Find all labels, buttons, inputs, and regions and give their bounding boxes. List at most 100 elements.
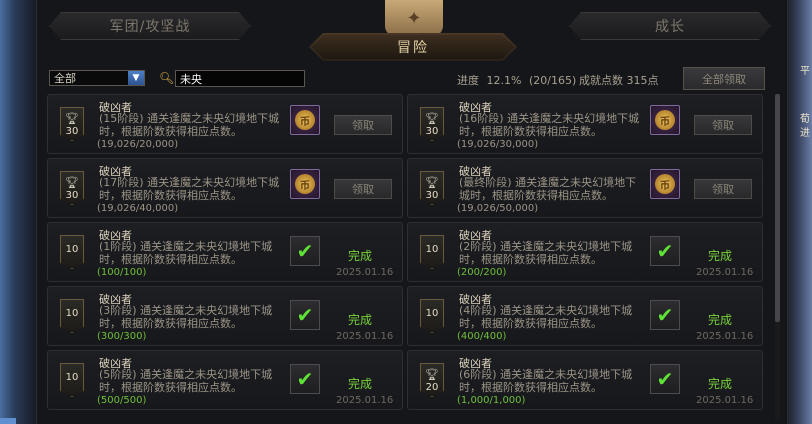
badge-icon: 10 [420,299,444,333]
badge-points: 30 [65,126,79,137]
badge-icon: 10 [60,299,84,333]
badge-icon: 🏆︎ 30 [60,107,84,141]
complete-label: 完成 [708,313,733,327]
progress-label: 进度 [457,74,479,87]
points-label: 成就点数 [579,74,623,87]
complete-date: 2025.01.16 [336,395,394,406]
check-icon: ✔ [650,236,680,266]
complete-label: 完成 [348,313,373,327]
achievement-desc: (17阶段) 通关逢魔之未央幻境地下城时，根据阶数获得相应点数。 [99,176,280,202]
achievement-progress: (400/400) [457,331,507,342]
badge-icon: 10 [420,235,444,269]
trophy-icon: 🏆︎ [425,368,439,381]
achievement-card: 🏆︎ 20 破凶者 (6阶段) 通关逢魔之未央幻境地下城时，根据阶数获得相应点数。 (1… [407,350,763,410]
complete-date: 2025.01.16 [696,267,754,278]
points-readout: 成就点数 315点 [579,72,659,88]
progress-readout: 进度 12.1% (20/165) [457,72,580,88]
achievement-card: 10 破凶者 (1阶段) 通关逢魔之未央幻境地下城时，根据阶数获得相应点数。 (100… [47,222,403,282]
achievement-card: 🏆︎ 30 破凶者 (17阶段) 通关逢魔之未央幻境地下城时，根据阶数获得相应点数。(… [47,158,403,218]
complete-date: 2025.01.16 [696,331,754,342]
achievement-progress: (200/200) [457,267,507,278]
achievement-card: 10 破凶者 (4阶段) 通关逢魔之未央幻境地下城时，根据阶数获得相应点数。 (400… [407,286,763,346]
badge-points: 30 [425,190,439,201]
achievement-desc: (1阶段) 通关逢魔之未央幻境地下城时，根据阶数获得相应点数。 [99,240,273,266]
achievement-desc: (5阶段) 通关逢魔之未央幻境地下城时，根据阶数获得相应点数。 [99,368,273,394]
badge-icon: 🏆︎ 30 [420,171,444,205]
badge-points: 20 [425,382,439,393]
reward-chest-icon[interactable]: 币 [650,105,680,135]
reward-chest-icon[interactable]: 币 [290,105,320,135]
check-icon: ✔ [290,364,320,394]
achievement-desc: (16阶段) 通关逢魔之未央幻境地下城时，根据阶数获得相应点数。 [459,112,640,138]
claim-button[interactable]: 领取 [334,179,392,199]
achievement-progress: (19,026/40,000) [97,203,179,214]
trophy-icon: 🏆︎ [65,176,79,189]
achievement-progress: (100/100) [97,267,147,278]
points-value: 315点 [626,74,659,87]
complete-label: 完成 [708,377,733,391]
category-selected: 全部 [54,72,76,85]
achievement-desc: (6阶段) 通关逢魔之未央幻境地下城时，根据阶数获得相应点数。 [459,368,633,394]
badge-icon: 🏆︎ 30 [60,171,84,205]
claim-all-button[interactable]: 全部领取 [683,67,765,90]
badge-points: 30 [65,190,79,201]
trophy-icon: 🏆︎ [425,112,439,125]
achievement-progress: (500/500) [97,395,147,406]
achievement-card: 🏆︎ 30 破凶者 (16阶段) 通关逢魔之未央幻境地下城时，根据阶数获得相应点数。(… [407,94,763,154]
complete-label: 完成 [708,249,733,263]
claim-button[interactable]: 领取 [694,179,752,199]
trophy-icon: 🏆︎ [425,176,439,189]
badge-icon: 10 [60,235,84,269]
search-input[interactable] [175,70,305,87]
badge-icon: 🏆︎ 20 [420,363,444,397]
tab-legion-siege[interactable]: 军团/攻坚战 [49,12,251,40]
achievement-card: 🏆︎ 30 破凶者 (最终阶段) 通关逢魔之未央幻境地下城时，根据阶数获得相应点数。(… [407,158,763,218]
achievement-card: 10 破凶者 (3阶段) 通关逢魔之未央幻境地下城时，根据阶数获得相应点数。 (300… [47,286,403,346]
scrollbar-thumb[interactable] [775,94,780,322]
badge-points: 10 [65,243,79,255]
achievement-desc: (15阶段) 通关逢魔之未央幻境地下城时，根据阶数获得相应点数。 [99,112,280,138]
category-dropdown[interactable]: 全部 ▼ [49,70,145,86]
corner-decoration [0,418,16,424]
tab-adventure[interactable]: 冒险 [309,33,517,61]
achievement-desc: (4阶段) 通关逢魔之未央幻境地下城时，根据阶数获得相应点数。 [459,304,633,330]
complete-date: 2025.01.16 [696,395,754,406]
chevron-down-icon[interactable]: ▼ [128,71,144,85]
check-icon: ✔ [290,236,320,266]
achievement-desc: (3阶段) 通关逢魔之未央幻境地下城时，根据阶数获得相应点数。 [99,304,273,330]
badge-points: 10 [65,371,79,383]
tab-growth-label: 成长 [655,19,685,35]
reward-chest-icon[interactable]: 币 [650,169,680,199]
achievement-progress: (300/300) [97,331,147,342]
progress-percent: 12.1% [486,74,522,87]
claim-button[interactable]: 领取 [694,115,752,135]
claim-button[interactable]: 领取 [334,115,392,135]
achievement-desc: (最终阶段) 通关逢魔之未央幻境地下城时，根据阶数获得相应点数。 [459,176,637,202]
side-text-1: 平 [800,66,810,77]
check-icon: ✔ [290,300,320,330]
compass-scroll-icon: ✦ [385,0,443,36]
game-background-left [0,0,36,424]
reward-chest-icon[interactable]: 币 [290,169,320,199]
achievement-desc: (2阶段) 通关逢魔之未央幻境地下城时，根据阶数获得相应点数。 [459,240,633,266]
check-icon: ✔ [650,364,680,394]
tab-legion-siege-label: 军团/攻坚战 [109,19,191,35]
badge-points: 10 [425,307,439,319]
progress-fraction: (20/165) [528,74,577,87]
badge-points: 10 [425,243,439,255]
badge-icon: 10 [60,363,84,397]
achievement-progress: (19,026/30,000) [457,139,539,150]
tab-growth[interactable]: 成长 [569,12,771,40]
achievement-card: 10 破凶者 (5阶段) 通关逢魔之未央幻境地下城时，根据阶数获得相应点数。 (500… [47,350,403,410]
achievement-progress: (19,026/50,000) [457,203,539,214]
achievement-progress: (1,000/1,000) [457,395,526,406]
complete-date: 2025.01.16 [336,267,394,278]
achievement-progress: (19,026/20,000) [97,139,179,150]
trophy-icon: 🏆︎ [65,112,79,125]
achievement-panel: ✦ 军团/攻坚战 成长 冒险 全部 ▼ 🔍︎ 进度 12.1% (20/165)… [36,0,788,424]
scrollbar[interactable] [775,94,780,420]
check-icon: ✔ [650,300,680,330]
complete-label: 完成 [348,377,373,391]
search-icon: 🔍︎ [159,71,175,85]
game-background-right: 平 荀 进 [786,0,812,424]
